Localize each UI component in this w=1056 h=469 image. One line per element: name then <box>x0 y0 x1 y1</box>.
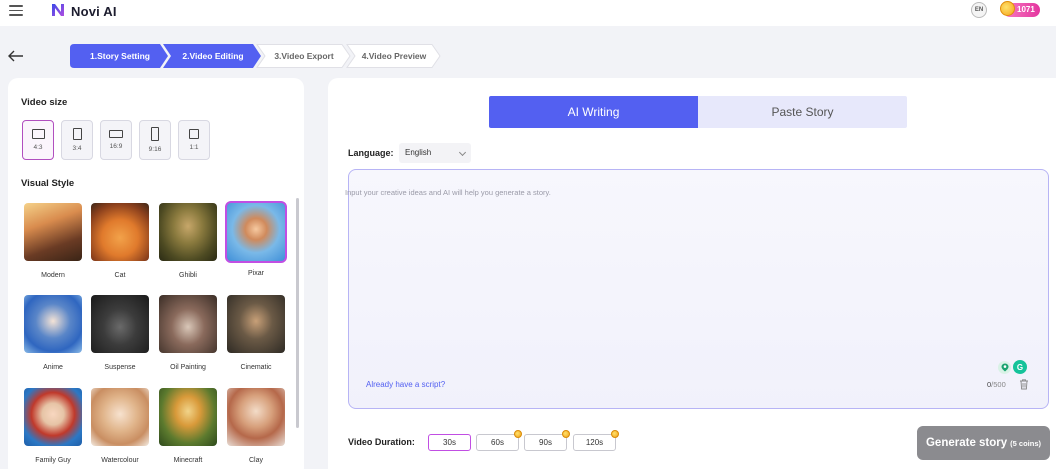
step-video-export[interactable]: 3.Video Export <box>256 44 352 68</box>
style-thumbnail <box>91 203 149 261</box>
style-caption: Clay <box>248 457 263 464</box>
grammarly-icon[interactable]: G <box>1013 360 1027 374</box>
language-value: English <box>405 148 432 157</box>
style-card-ghibli[interactable]: Ghibli <box>159 203 219 279</box>
coin-icon <box>562 430 570 438</box>
style-card-family-guy[interactable]: Family Guy <box>24 388 84 464</box>
size-option-16-9[interactable]: 16:9 <box>100 120 132 160</box>
tab-ai-writing[interactable]: AI Writing <box>489 96 698 128</box>
step-label: 3.Video Export <box>274 51 334 61</box>
style-caption: Watercolour <box>101 457 139 464</box>
generate-cost: (5 coins) <box>1010 438 1042 448</box>
square-shape-icon <box>189 129 199 139</box>
step-label: 1.Story Setting <box>90 51 150 61</box>
video-size-title: Video size <box>21 97 68 108</box>
style-card-oil-painting[interactable]: Oil Painting <box>159 295 219 371</box>
style-caption: Ghibli <box>179 272 197 279</box>
duration-option-120s[interactable]: 120s <box>573 434 616 451</box>
size-label: 4:3 <box>33 144 43 151</box>
step-story-setting[interactable]: 1.Story Setting <box>70 44 170 68</box>
settings-panel: Video size 4:3 3:4 16:9 9:16 1:1 Visual … <box>8 78 304 469</box>
style-thumbnail <box>225 201 287 263</box>
char-counter: 0/500 <box>987 380 1006 389</box>
style-thumbnail <box>91 295 149 353</box>
style-thumbnail <box>227 295 285 353</box>
duration-option-90s[interactable]: 90s <box>524 434 567 451</box>
extension-pin-icon[interactable] <box>998 361 1011 374</box>
style-card-clay[interactable]: Clay <box>227 388 287 464</box>
size-option-9-16[interactable]: 9:16 <box>139 120 171 160</box>
style-thumbnail <box>24 203 82 261</box>
style-thumbnail <box>24 388 82 446</box>
coin-icon <box>514 430 522 438</box>
tab-paste-story[interactable]: Paste Story <box>698 96 907 128</box>
style-card-minecraft[interactable]: Minecraft <box>159 388 219 464</box>
generate-label: Generate story <box>925 437 1008 449</box>
size-option-3-4[interactable]: 3:4 <box>61 120 93 160</box>
size-option-4-3[interactable]: 4:3 <box>22 120 54 160</box>
top-bar: Novi AI EN 1071 <box>0 0 1056 26</box>
back-arrow-button[interactable] <box>4 45 28 67</box>
style-caption: Modern <box>41 272 65 279</box>
step-video-preview[interactable]: 4.Video Preview <box>346 44 442 68</box>
char-max: /500 <box>991 380 1006 389</box>
arrow-left-icon <box>8 50 23 62</box>
landscape-shape-icon <box>31 129 45 139</box>
style-card-pixar[interactable]: Pixar <box>225 201 287 277</box>
size-label: 16:9 <box>109 143 123 150</box>
size-option-1-1[interactable]: 1:1 <box>178 120 210 160</box>
size-label: 3:4 <box>72 145 82 152</box>
video-duration-label: Video Duration: <box>348 437 415 447</box>
style-caption: Minecraft <box>173 457 203 464</box>
chevron-down-icon <box>458 148 467 157</box>
style-caption: Cat <box>114 272 126 279</box>
size-label: 9:16 <box>148 146 162 153</box>
style-caption: Cinematic <box>240 364 272 371</box>
novi-logo-icon <box>52 4 64 16</box>
style-card-suspense[interactable]: Suspense <box>91 295 151 371</box>
style-thumbnail <box>24 295 82 353</box>
step-label: 2.Video Editing <box>182 51 244 61</box>
language-globe-icon[interactable]: EN <box>971 2 987 18</box>
style-card-cinematic[interactable]: Cinematic <box>227 295 287 371</box>
style-caption: Family Guy <box>35 457 71 464</box>
tall-shape-icon <box>151 127 159 141</box>
story-idea-input[interactable] <box>345 188 945 197</box>
story-panel: AI Writing Paste Story Language: English… <box>328 78 1056 469</box>
style-thumbnail <box>91 388 149 446</box>
brand-name: Novi AI <box>71 4 117 19</box>
visual-style-title: Visual Style <box>21 178 75 189</box>
wide-shape-icon <box>109 130 123 138</box>
coin-icon <box>611 430 619 438</box>
coin-medal-icon <box>1000 1 1015 16</box>
style-list-scrollbar[interactable] <box>296 198 299 428</box>
style-card-watercolour[interactable]: Watercolour <box>91 388 151 464</box>
step-label: 4.Video Preview <box>361 51 427 61</box>
portrait-shape-icon <box>72 128 82 140</box>
trash-icon[interactable] <box>1018 378 1030 390</box>
style-card-cat[interactable]: Cat <box>91 203 151 279</box>
style-thumbnail <box>227 388 285 446</box>
style-caption: Pixar <box>248 270 264 277</box>
style-caption: Oil Painting <box>170 364 206 371</box>
style-thumbnail <box>159 388 217 446</box>
style-card-modern[interactable]: Modern <box>24 203 84 279</box>
generate-story-button[interactable]: Generate story (5 coins) <box>917 426 1050 460</box>
already-have-script-link[interactable]: Already have a script? <box>366 380 445 389</box>
hamburger-menu-icon[interactable] <box>9 5 23 16</box>
duration-option-30s[interactable]: 30s <box>428 434 471 451</box>
step-video-editing[interactable]: 2.Video Editing <box>163 44 263 68</box>
language-label: Language: <box>348 148 394 158</box>
size-label: 1:1 <box>189 144 199 151</box>
style-caption: Suspense <box>104 364 136 371</box>
style-thumbnail <box>159 295 217 353</box>
story-input-box[interactable] <box>348 169 1049 409</box>
duration-option-60s[interactable]: 60s <box>476 434 519 451</box>
style-thumbnail <box>159 203 217 261</box>
style-card-anime[interactable]: Anime <box>24 295 84 371</box>
style-caption: Anime <box>43 364 63 371</box>
language-select[interactable]: English <box>399 143 471 163</box>
